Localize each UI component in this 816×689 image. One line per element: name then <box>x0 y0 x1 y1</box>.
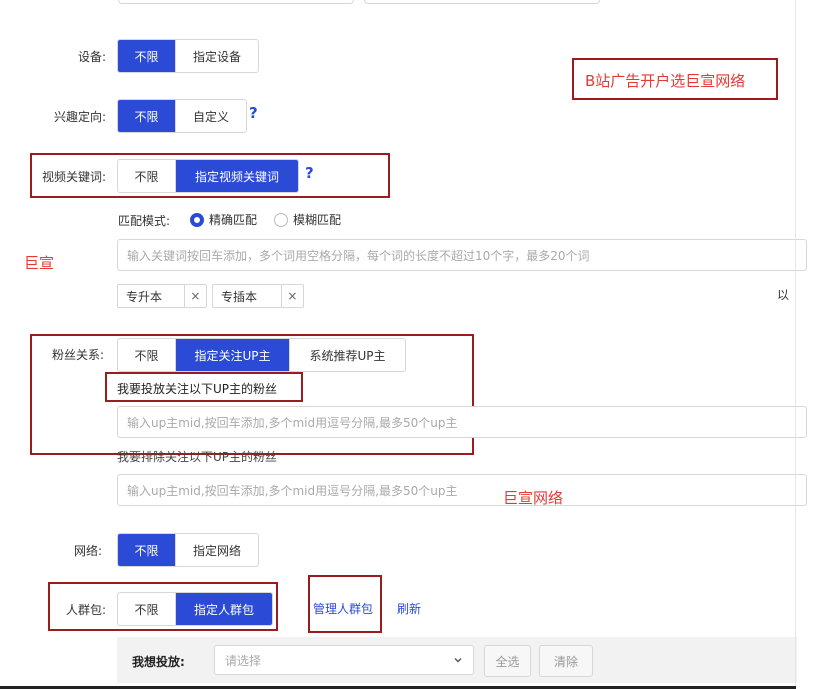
clipped-select-right[interactable] <box>364 0 600 4</box>
network-option-unlimited[interactable]: 不限 <box>118 534 176 566</box>
video-keyword-option-specify[interactable]: 指定视频关键词 <box>176 160 298 192</box>
delivery-select[interactable]: 请选择 <box>214 645 474 675</box>
video-keyword-segmented: 不限 指定视频关键词 <box>117 159 299 193</box>
fans-option-unlimited[interactable]: 不限 <box>118 339 176 371</box>
crowd-option-specify[interactable]: 指定人群包 <box>176 593 272 625</box>
device-option-unlimited[interactable]: 不限 <box>118 40 176 72</box>
clipped-select-left[interactable] <box>118 0 354 4</box>
keyword-tag: 专插本 × <box>212 284 304 308</box>
match-exact-label: 精确匹配 <box>209 213 258 227</box>
delivery-select-placeholder: 请选择 <box>225 653 262 668</box>
interest-segmented: 不限 自定义 <box>117 99 247 133</box>
crowd-segmented: 不限 指定人群包 <box>117 592 273 626</box>
video-keyword-help-icon[interactable]: ? <box>305 164 314 182</box>
top-clipped-area <box>0 0 816 6</box>
fans-include-input[interactable]: 输入up主mid,按回车添加,多个mid用逗号分隔,最多50个up主 <box>117 406 807 438</box>
delivery-label: 我想投放: <box>132 655 185 669</box>
crowd-label: 人群包: <box>65 603 106 617</box>
match-mode-label: 匹配模式: <box>118 214 171 228</box>
network-segmented: 不限 指定网络 <box>117 533 259 567</box>
refresh-link[interactable]: 刷新 <box>397 600 421 617</box>
video-keyword-label: 视频关键词: <box>41 170 106 184</box>
fans-exclude-input[interactable]: 输入up主mid,按回车添加,多个mid用逗号分隔,最多50个up主 <box>117 474 807 506</box>
match-fuzzy-radio[interactable]: 模糊匹配 <box>274 211 341 228</box>
annotation-mid-note: 巨宣网络 <box>503 489 564 507</box>
fans-option-recommend-up[interactable]: 系统推荐UP主 <box>290 339 405 371</box>
manage-crowd-link[interactable]: 管理人群包 <box>313 600 373 617</box>
device-label: 设备: <box>77 50 106 64</box>
annotation-bili-title: B站广告开户选巨宣网络 <box>585 72 746 90</box>
video-keyword-option-unlimited[interactable]: 不限 <box>118 160 176 192</box>
fans-segmented: 不限 指定关注UP主 系统推荐UP主 <box>117 338 406 372</box>
fans-exclude-label: 我要排除关注以下UP主的粉丝 <box>117 450 278 464</box>
network-label: 网络: <box>73 544 102 558</box>
fans-label: 粉丝关系: <box>51 348 104 362</box>
keyword-tag-label: 专升本 <box>126 289 163 304</box>
tag-close-icon[interactable]: × <box>183 285 206 307</box>
clipped-right-text: 以 <box>777 288 790 302</box>
annotation-left-note: 巨宣 <box>24 254 55 272</box>
match-fuzzy-label: 模糊匹配 <box>293 213 342 227</box>
device-segmented: 不限 指定设备 <box>117 39 259 73</box>
fans-option-follow-up[interactable]: 指定关注UP主 <box>176 339 290 371</box>
interest-help-icon[interactable]: ? <box>249 104 258 122</box>
keyword-input[interactable]: 输入关键词按回车添加，多个词用空格分隔，每个词的长度不超过10个字，最多20个词 <box>117 239 807 271</box>
fans-include-label: 我要投放关注以下UP主的粉丝 <box>117 382 278 396</box>
chevron-down-icon <box>454 658 462 663</box>
interest-label: 兴趣定向: <box>53 110 106 124</box>
device-option-specify[interactable]: 指定设备 <box>176 40 258 72</box>
right-divider <box>795 0 796 689</box>
match-exact-radio[interactable]: 精确匹配 <box>190 211 257 228</box>
keyword-tag: 专升本 × <box>117 284 207 308</box>
keyword-tag-label: 专插本 <box>221 289 258 304</box>
crowd-option-unlimited[interactable]: 不限 <box>118 593 176 625</box>
interest-option-custom[interactable]: 自定义 <box>176 100 246 132</box>
radio-unchecked-icon <box>274 212 288 227</box>
clear-button[interactable]: 清除 <box>539 645 593 677</box>
network-option-specify[interactable]: 指定网络 <box>176 534 258 566</box>
radio-checked-icon <box>190 212 204 227</box>
tag-close-icon[interactable]: × <box>280 285 303 307</box>
select-all-button[interactable]: 全选 <box>484 645 531 677</box>
interest-option-unlimited[interactable]: 不限 <box>118 100 176 132</box>
